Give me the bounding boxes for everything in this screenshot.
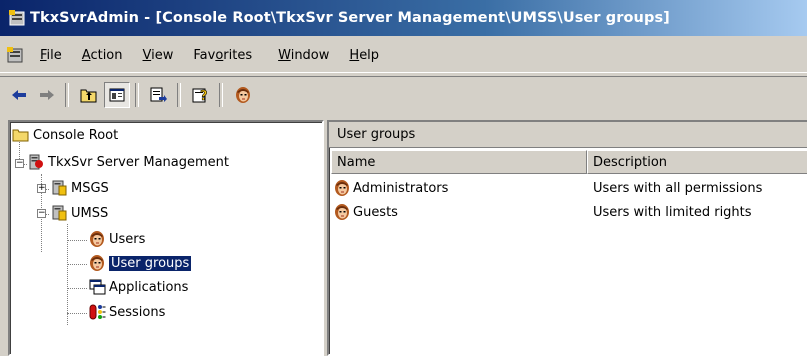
system-menu-icon[interactable] <box>6 46 24 64</box>
server-management-icon <box>27 153 45 171</box>
umss-icon <box>50 204 68 222</box>
tree-item-user-groups[interactable]: User groups <box>88 252 193 274</box>
help-button[interactable]: ? <box>188 82 214 108</box>
forward-arrow-icon <box>40 90 54 100</box>
back-arrow-icon <box>12 90 26 100</box>
toolbar: ? <box>0 76 807 113</box>
tree-item-console-root[interactable]: Console Root <box>12 124 118 146</box>
toolbar-separator <box>219 83 223 107</box>
pane-title: User groups <box>329 122 807 148</box>
tree-label: Sessions <box>109 304 166 320</box>
toolbar-separator <box>177 83 181 107</box>
tree-item-msgs[interactable]: MSGS <box>50 177 109 199</box>
umss-icon <box>234 86 252 104</box>
list-item-guests[interactable]: Guests <box>333 201 398 223</box>
tree-item-applications[interactable]: Applications <box>88 276 188 298</box>
menu-action[interactable]: Action <box>72 48 133 63</box>
expand-msgs-toggle[interactable]: + <box>37 184 46 193</box>
toolbar-separator <box>135 83 139 107</box>
menu-help[interactable]: Help <box>339 48 389 63</box>
menu-view[interactable]: View <box>133 48 184 63</box>
list-item-description: Users with all permissions <box>593 180 763 196</box>
tree-item-server-management[interactable]: TkxSvr Server Management <box>27 151 229 173</box>
tree-item-sessions[interactable]: Sessions <box>88 301 165 323</box>
title-bar[interactable]: TkxSvrAdmin - [Console Root\TkxSvr Serve… <box>0 0 807 36</box>
column-header-description[interactable]: Description <box>587 150 807 174</box>
menu-bar: File Action View Favorites Window Help <box>0 38 807 73</box>
list-item-name: Guests <box>353 204 398 220</box>
umss-button[interactable] <box>230 82 256 108</box>
export-list-icon <box>150 87 167 102</box>
collapse-umss-toggle[interactable]: − <box>37 209 46 218</box>
user-group-icon <box>333 179 351 197</box>
user-group-icon <box>333 203 351 221</box>
applications-icon <box>89 279 106 295</box>
menu-file[interactable]: File <box>30 48 72 63</box>
folder-icon <box>12 129 29 142</box>
show-hide-console-tree-button[interactable] <box>104 82 130 108</box>
tree-item-umss[interactable]: UMSS <box>50 202 108 224</box>
column-header-name[interactable]: Name <box>331 150 587 174</box>
back-button[interactable] <box>6 82 32 108</box>
tree-label: UMSS <box>71 205 109 221</box>
details-pane[interactable]: User groups Name Description Administrat… <box>327 120 807 356</box>
up-one-level-icon <box>80 89 97 103</box>
svg-text:?: ? <box>200 89 208 103</box>
help-icon: ? <box>192 88 208 103</box>
list-item-description: Users with limited rights <box>593 204 752 220</box>
app-icon <box>9 10 25 26</box>
up-one-level-button[interactable] <box>76 82 102 108</box>
collapse-server-toggle[interactable]: − <box>15 159 24 168</box>
sessions-icon <box>89 304 106 320</box>
msgs-icon <box>50 179 68 197</box>
tree-label: Applications <box>109 279 189 295</box>
tree-item-users[interactable]: Users <box>88 228 145 250</box>
tree-label: User groups <box>107 254 193 272</box>
tree-label: TkxSvr Server Management <box>48 154 229 170</box>
users-icon <box>88 230 106 248</box>
show-hide-console-tree-icon <box>109 88 125 102</box>
toolbar-separator <box>65 83 69 107</box>
user-groups-icon <box>88 254 106 272</box>
list-item-name: Administrators <box>353 180 449 196</box>
menu-favorites[interactable]: Favorites <box>183 48 262 63</box>
forward-button[interactable] <box>34 82 60 108</box>
export-list-button[interactable] <box>146 82 172 108</box>
window-title: TkxSvrAdmin - [Console Root\TkxSvr Serve… <box>30 10 670 26</box>
tree-label: MSGS <box>71 180 109 196</box>
tree-label: Console Root <box>33 127 119 143</box>
menu-window[interactable]: Window <box>268 48 339 63</box>
list-item-administrators[interactable]: Administrators <box>333 177 448 199</box>
console-tree[interactable]: Console Root − TkxSvr Server Management … <box>8 120 324 356</box>
tree-label: Users <box>109 231 146 247</box>
